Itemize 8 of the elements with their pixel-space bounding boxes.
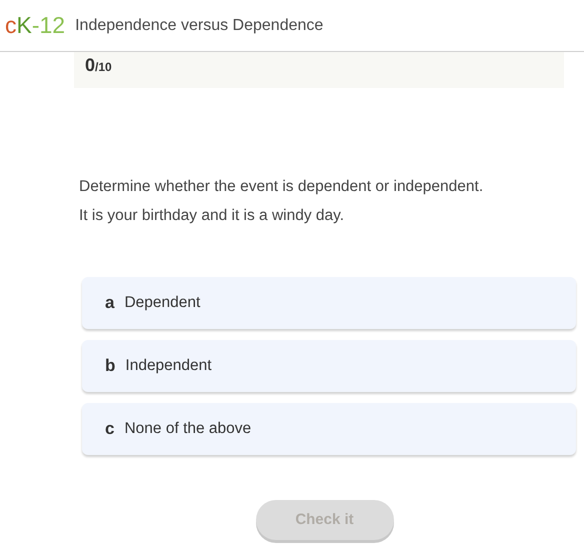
question-text: It is your birthday and it is a windy day. — [79, 206, 346, 226]
answer-option[interactable]: a Dependent — [82, 277, 576, 329]
answer-option[interactable]: b Independent — [82, 340, 576, 392]
page-title: Independence versus Dependence — [75, 16, 324, 36]
answer-option[interactable]: c None of the above — [82, 403, 576, 455]
logo: cK-12 — [5, 14, 66, 37]
question-text: Determine whether the event is dependent or independent. — [79, 177, 484, 197]
score: 0/10 — [85, 54, 112, 77]
